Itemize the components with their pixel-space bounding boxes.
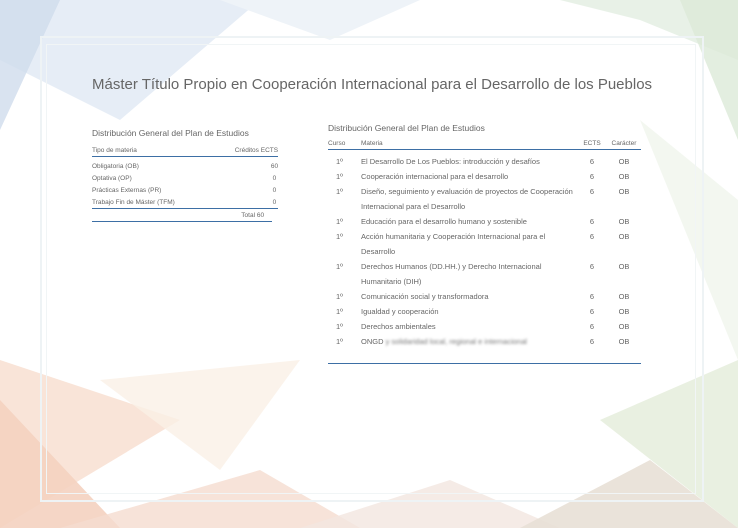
detail-caracter: OB — [618, 322, 630, 331]
detail-materia: Derechos ambientales — [361, 322, 436, 331]
detail-ects: 6 — [589, 322, 595, 331]
detail-row: 1º Igualdad y cooperación 6 OB — [328, 304, 641, 319]
detail-materia: Educación para el desarrollo humano y so… — [361, 217, 527, 226]
detail-col-caracter: Carácter — [607, 140, 641, 150]
detail-ects: 6 — [589, 307, 595, 316]
detail-row: 1º Acción humanitaria y Cooperación Inte… — [328, 229, 641, 259]
detail-heading: Distribución General del Plan de Estudio… — [328, 123, 485, 133]
detail-row: 1º Derechos ambientales 6 OB — [328, 319, 641, 334]
summary-creditos: 0 — [272, 174, 277, 182]
detail-caracter: OB — [618, 187, 630, 196]
detail-row: 1º Cooperación internacional para el des… — [328, 169, 641, 184]
detail-row: 1º Comunicación social y transformadora … — [328, 289, 641, 304]
detail-materia: Derechos Humanos (DD.HH.) y Derecho Inte… — [361, 262, 542, 286]
detail-caracter: OB — [618, 217, 630, 226]
detail-ects: 6 — [589, 172, 595, 181]
detail-ects: 6 — [589, 187, 595, 196]
detail-caracter: OB — [618, 172, 630, 181]
summary-total-spacer — [92, 208, 175, 221]
detail-curso: 1º — [336, 322, 343, 331]
detail-header-row: Curso Materia ECTS Carácter — [328, 140, 641, 150]
detail-caracter: OB — [618, 337, 630, 346]
summary-row: Obligatoria (OB) 60 — [92, 157, 278, 173]
detail-col-ects: ECTS — [577, 140, 607, 150]
detail-bottom-rule — [328, 363, 641, 364]
detail-materia: Acción humanitaria y Cooperación Interna… — [361, 232, 546, 256]
detail-materia: Diseño, seguimiento y evaluación de proy… — [361, 187, 573, 211]
summary-tipo: Prácticas Externas (PR) — [92, 186, 162, 194]
detail-curso: 1º — [336, 217, 343, 226]
detail-ects: 6 — [589, 217, 595, 226]
summary-header-row: Tipo de materia Créditos ECTS — [92, 147, 279, 157]
detail-row: 1º Educación para el desarrollo humano y… — [328, 214, 641, 229]
summary-creditos: 60 — [270, 162, 279, 170]
summary-tipo: Obligatoria (OB) — [92, 162, 139, 170]
detail-caracter: OB — [618, 157, 630, 166]
detail-curso: 1º — [336, 157, 343, 166]
detail-caracter: OB — [618, 232, 630, 241]
detail-col-curso: Curso — [328, 140, 361, 150]
detail-curso: 1º — [336, 262, 343, 271]
detail-ects: 6 — [589, 157, 595, 166]
summary-creditos: 0 — [272, 186, 277, 194]
detail-ects: 6 — [589, 292, 595, 301]
summary-row: Optativa (OP) 0 — [92, 172, 278, 184]
detail-row: 1º Diseño, seguimiento y evaluación de p… — [328, 184, 641, 214]
detail-materia-blurred: y solidaridad local, regional e internac… — [385, 337, 527, 346]
detail-materia: Comunicación social y transformadora — [361, 292, 489, 301]
detail-row: 1º ONGD y solidaridad local, regional e … — [328, 334, 641, 349]
detail-materia: Cooperación internacional para el desarr… — [361, 172, 509, 181]
summary-row: Prácticas Externas (PR) 0 — [92, 184, 278, 196]
detail-curso: 1º — [336, 337, 343, 346]
detail-section: Distribución General del Plan de Estudio… — [328, 123, 641, 364]
summary-section: Distribución General del Plan de Estudio… — [92, 128, 279, 222]
detail-materia: El Desarrollo De Los Pueblos: introducci… — [361, 157, 540, 166]
detail-row: 1º El Desarrollo De Los Pueblos: introdu… — [328, 150, 641, 170]
detail-ects: 6 — [589, 232, 595, 241]
detail-materia: Igualdad y cooperación — [361, 307, 439, 316]
detail-col-materia: Materia — [361, 140, 577, 150]
summary-col-creditos: Créditos ECTS — [174, 147, 279, 157]
detail-caracter: OB — [618, 307, 630, 316]
detail-table: Curso Materia ECTS Carácter 1º El Desarr… — [328, 140, 641, 349]
page-title: Máster Título Propio en Cooperación Inte… — [92, 76, 653, 93]
detail-curso: 1º — [336, 232, 343, 241]
detail-caracter: OB — [618, 262, 630, 271]
summary-col-tipo: Tipo de materia — [92, 147, 175, 157]
detail-row: 1º Derechos Humanos (DD.HH.) y Derecho I… — [328, 259, 641, 289]
summary-row: Trabajo Fin de Máster (TFM) 0 — [92, 196, 278, 209]
detail-ects: 6 — [589, 262, 595, 271]
summary-tipo: Optativa (OP) — [92, 174, 132, 182]
detail-curso: 1º — [336, 292, 343, 301]
detail-materia: ONGD y solidaridad local, regional e int… — [361, 334, 577, 349]
detail-curso: 1º — [336, 172, 343, 181]
summary-total-row: Total 60 — [92, 208, 279, 221]
detail-ects: 6 — [589, 337, 595, 346]
summary-heading: Distribución General del Plan de Estudio… — [92, 128, 249, 138]
summary-bottom-rule — [92, 221, 272, 222]
summary-tipo: Trabajo Fin de Máster (TFM) — [92, 198, 175, 206]
detail-curso: 1º — [336, 187, 343, 196]
summary-table: Tipo de materia Créditos ECTS Obligatori… — [92, 147, 279, 221]
summary-creditos: 0 — [272, 198, 277, 206]
detail-curso: 1º — [336, 307, 343, 316]
summary-total: Total 60 — [174, 208, 279, 221]
detail-materia-visible: ONGD — [361, 337, 384, 346]
detail-caracter: OB — [618, 292, 630, 301]
